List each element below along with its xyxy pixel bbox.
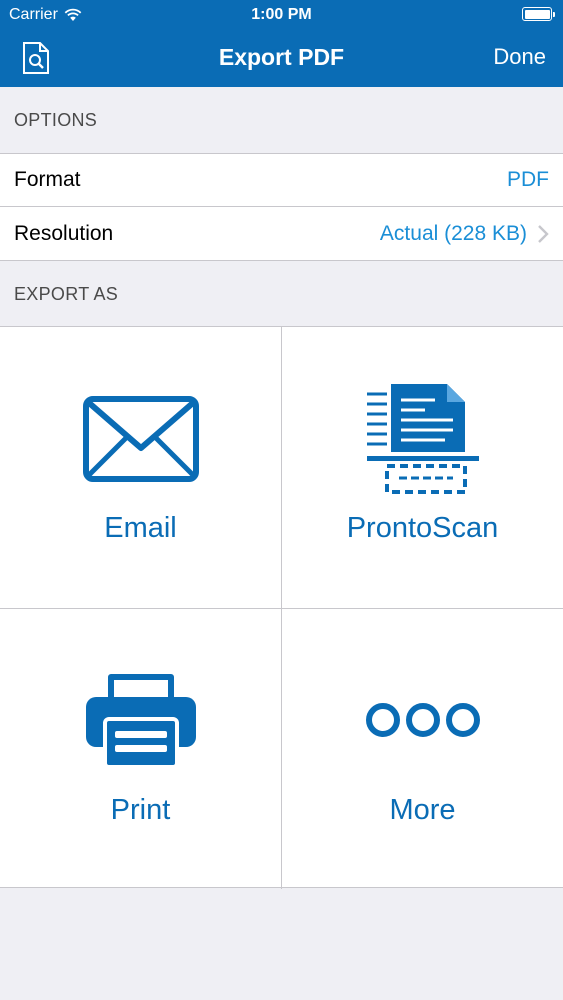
status-time: 1:00 PM [251, 6, 312, 23]
format-value: PDF [507, 168, 549, 191]
scanner-document-icon [366, 384, 479, 494]
format-row[interactable]: Format PDF [0, 153, 563, 207]
export-more-label: More [389, 794, 456, 826]
export-email-tile[interactable]: Email [0, 327, 281, 608]
done-button[interactable]: Done [493, 44, 546, 70]
export-print-label: Print [110, 794, 171, 826]
resolution-row[interactable]: Resolution Actual (228 KB) [0, 207, 563, 261]
export-print-tile[interactable]: Print [0, 609, 281, 890]
more-dots-icon [365, 703, 480, 737]
resolution-value-group: Actual (228 KB) [380, 222, 549, 246]
resolution-label: Resolution [14, 221, 114, 245]
options-section-header: OPTIONS [14, 109, 98, 130]
printer-icon [85, 674, 196, 769]
page-title: Export PDF [218, 44, 345, 70]
export-options-grid: Email ProntoScan Print More [0, 326, 563, 890]
export-email-label: Email [104, 512, 177, 544]
document-search-icon[interactable] [22, 41, 50, 75]
envelope-icon [82, 396, 199, 482]
nav-bar: Export PDF Done [0, 30, 563, 87]
format-label: Format [14, 168, 81, 191]
export-as-section-header: EXPORT AS [14, 283, 119, 304]
status-bar: Carrier 1:00 PM [0, 0, 563, 30]
chevron-right-icon [538, 224, 549, 243]
header: Carrier 1:00 PM Export PDF Done [0, 0, 563, 87]
export-prontoscan-tile[interactable]: ProntoScan [282, 327, 563, 608]
resolution-value: Actual (228 KB) [379, 221, 527, 245]
export-prontoscan-label: ProntoScan [346, 512, 499, 544]
battery-icon [522, 7, 555, 21]
export-more-tile[interactable]: More [282, 609, 563, 890]
